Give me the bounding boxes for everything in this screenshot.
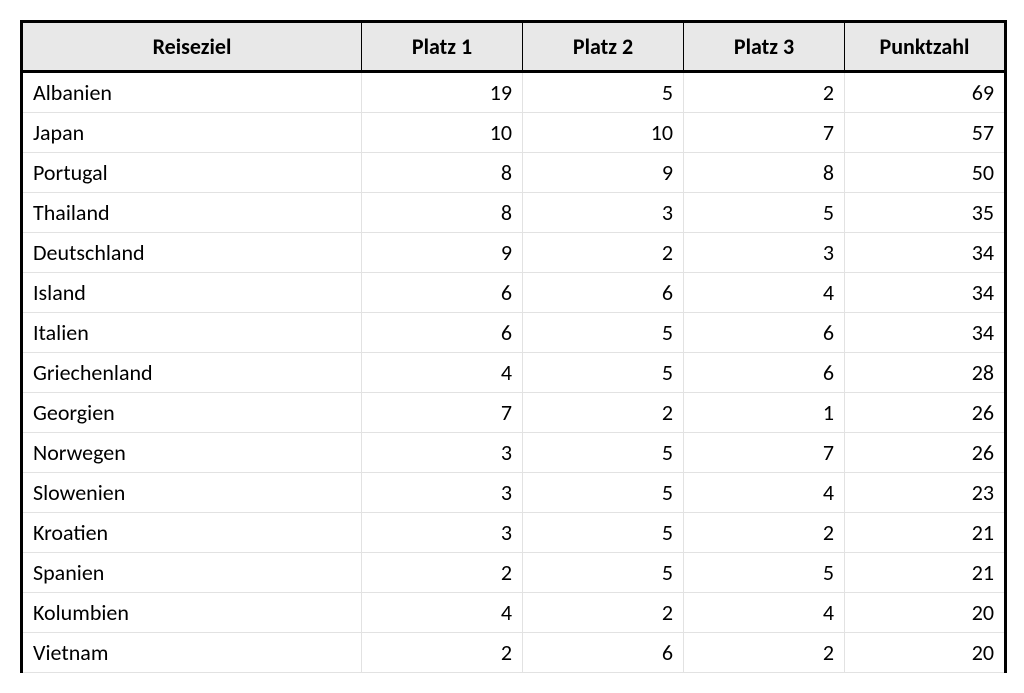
cell-p3: 4 [684,273,845,313]
cell-score: 34 [845,233,1006,273]
cell-score: 35 [845,193,1006,233]
table-row: Thailand83535 [22,193,1006,233]
cell-score: 26 [845,393,1006,433]
cell-destination: Kroatien [22,513,362,553]
cell-destination: Italien [22,313,362,353]
cell-p3: 6 [684,313,845,353]
cell-destination: Kolumbien [22,593,362,633]
cell-p2: 5 [523,72,684,113]
cell-destination: Island [22,273,362,313]
cell-p2: 5 [523,433,684,473]
table-row: Slowenien35423 [22,473,1006,513]
cell-p1: 6 [362,313,523,353]
cell-destination: Japan [22,113,362,153]
cell-p2: 5 [523,553,684,593]
cell-score: 20 [845,633,1006,673]
cell-p1: 2 [362,633,523,673]
table-body: Albanien195269Japan1010757Portugal89850T… [22,72,1006,673]
cell-p2: 6 [523,633,684,673]
cell-p1: 8 [362,153,523,193]
ranking-table: Reiseziel Platz 1 Platz 2 Platz 3 Punktz… [20,20,1007,673]
cell-p2: 5 [523,473,684,513]
col-header-score: Punktzahl [845,22,1006,72]
table-row: Japan1010757 [22,113,1006,153]
cell-p2: 5 [523,313,684,353]
table-row: Kolumbien42420 [22,593,1006,633]
cell-destination: Georgien [22,393,362,433]
cell-p2: 6 [523,273,684,313]
cell-destination: Vietnam [22,633,362,673]
cell-p2: 9 [523,153,684,193]
cell-p1: 7 [362,393,523,433]
table-row: Italien65634 [22,313,1006,353]
col-header-place3: Platz 3 [684,22,845,72]
col-header-place2: Platz 2 [523,22,684,72]
cell-p3: 5 [684,553,845,593]
cell-p1: 3 [362,513,523,553]
table-row: Kroatien35221 [22,513,1006,553]
cell-p3: 2 [684,513,845,553]
cell-destination: Norwegen [22,433,362,473]
table-row: Island66434 [22,273,1006,313]
cell-score: 20 [845,593,1006,633]
cell-score: 69 [845,72,1006,113]
cell-p3: 1 [684,393,845,433]
table-row: Vietnam26220 [22,633,1006,673]
cell-p3: 8 [684,153,845,193]
cell-p1: 9 [362,233,523,273]
cell-score: 28 [845,353,1006,393]
cell-score: 26 [845,433,1006,473]
table-header-row: Reiseziel Platz 1 Platz 2 Platz 3 Punktz… [22,22,1006,72]
cell-p2: 10 [523,113,684,153]
cell-destination: Spanien [22,553,362,593]
cell-destination: Griechenland [22,353,362,393]
table-row: Albanien195269 [22,72,1006,113]
col-header-place1: Platz 1 [362,22,523,72]
cell-score: 57 [845,113,1006,153]
col-header-destination: Reiseziel [22,22,362,72]
cell-score: 23 [845,473,1006,513]
cell-p1: 4 [362,353,523,393]
cell-p3: 5 [684,193,845,233]
cell-p2: 3 [523,193,684,233]
cell-p3: 7 [684,113,845,153]
cell-score: 34 [845,273,1006,313]
cell-score: 34 [845,313,1006,353]
cell-destination: Albanien [22,72,362,113]
cell-p1: 4 [362,593,523,633]
cell-p3: 4 [684,473,845,513]
cell-destination: Slowenien [22,473,362,513]
cell-p3: 7 [684,433,845,473]
cell-destination: Portugal [22,153,362,193]
cell-p1: 19 [362,72,523,113]
cell-p1: 3 [362,433,523,473]
table-row: Portugal89850 [22,153,1006,193]
cell-destination: Thailand [22,193,362,233]
cell-p3: 2 [684,72,845,113]
cell-p3: 2 [684,633,845,673]
cell-p1: 8 [362,193,523,233]
cell-p1: 6 [362,273,523,313]
table-row: Griechenland45628 [22,353,1006,393]
cell-score: 21 [845,553,1006,593]
table-row: Spanien25521 [22,553,1006,593]
cell-p2: 5 [523,513,684,553]
cell-score: 50 [845,153,1006,193]
cell-score: 21 [845,513,1006,553]
cell-p2: 2 [523,233,684,273]
table-row: Deutschland92334 [22,233,1006,273]
cell-p2: 2 [523,393,684,433]
table-row: Norwegen35726 [22,433,1006,473]
cell-p2: 2 [523,593,684,633]
cell-p3: 3 [684,233,845,273]
cell-p1: 10 [362,113,523,153]
table-row: Georgien72126 [22,393,1006,433]
cell-p3: 6 [684,353,845,393]
cell-p2: 5 [523,353,684,393]
cell-destination: Deutschland [22,233,362,273]
cell-p1: 2 [362,553,523,593]
cell-p3: 4 [684,593,845,633]
cell-p1: 3 [362,473,523,513]
